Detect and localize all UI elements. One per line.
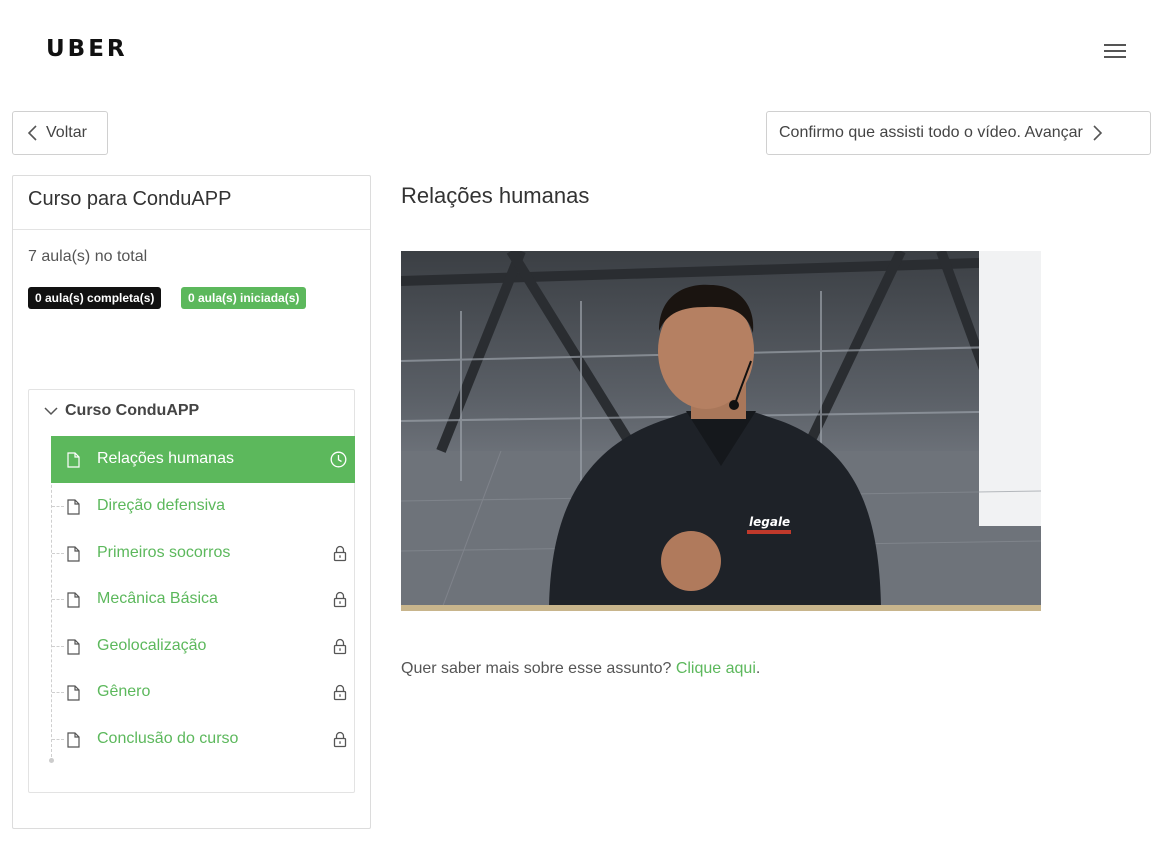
- tree-branch: [52, 506, 64, 507]
- tree-branch: [52, 739, 64, 740]
- document-icon: [67, 452, 80, 468]
- document-icon: [67, 499, 80, 515]
- lock-icon: [333, 684, 347, 701]
- lesson-label: Mecânica Básica: [97, 590, 218, 607]
- more-info-line: Quer saber mais sobre esse assunto? Cliq…: [401, 660, 760, 678]
- lock-icon: [333, 545, 347, 562]
- more-info-link[interactable]: Clique aqui: [676, 660, 756, 677]
- tree-branch: [52, 553, 64, 554]
- more-info-suffix: .: [755, 660, 761, 677]
- lesson-label: Direção defensiva: [97, 497, 226, 514]
- course-panel-header: Curso para ConduAPP: [13, 176, 370, 230]
- lesson-item-mecanica-basica[interactable]: Mecânica Básica: [51, 576, 355, 623]
- confirm-next-label: Confirmo que assisti todo o vídeo. Avanç…: [779, 124, 1083, 141]
- back-button-label: Voltar: [46, 124, 87, 141]
- lesson-item-geolocalizacao[interactable]: Geolocalização: [51, 623, 355, 670]
- document-icon: [67, 685, 80, 701]
- lesson-tree: Curso ConduAPP Relações humanas Direção …: [28, 389, 355, 793]
- uber-logo[interactable]: UBER: [46, 36, 128, 62]
- more-info-text: Quer saber mais sobre esse assunto?: [401, 660, 672, 677]
- lesson-label: Conclusão do curso: [97, 730, 239, 747]
- lock-icon: [333, 731, 347, 748]
- lock-icon: [333, 638, 347, 655]
- top-bar: UBER: [0, 0, 1167, 100]
- tree-branch: [52, 646, 64, 647]
- video-player[interactable]: legale: [401, 251, 1041, 611]
- shirt-logo: legale: [749, 515, 790, 529]
- chevron-right-icon: [1093, 125, 1103, 141]
- document-icon: [67, 546, 80, 562]
- lesson-item-conclusao-do-curso[interactable]: Conclusão do curso: [51, 716, 355, 763]
- lesson-item-relacoes-humanas[interactable]: Relações humanas: [51, 436, 355, 483]
- module-toggle[interactable]: Curso ConduAPP: [43, 402, 199, 420]
- document-icon: [67, 592, 80, 608]
- lesson-label: Gênero: [97, 683, 151, 700]
- started-badge: 0 aula(s) iniciada(s): [181, 287, 307, 309]
- chevron-down-icon: [44, 407, 58, 416]
- completed-badge: 0 aula(s) completa(s): [28, 287, 162, 309]
- tree-branch: [52, 692, 64, 693]
- lesson-label: Primeiros socorros: [97, 544, 231, 561]
- clock-icon: [330, 451, 347, 468]
- tree-branch: [52, 599, 64, 600]
- course-panel: Curso para ConduAPP 7 aula(s) no total 0…: [12, 175, 371, 829]
- lesson-title: Relações humanas: [401, 183, 590, 208]
- confirm-next-button[interactable]: Confirmo que assisti todo o vídeo. Avanç…: [766, 111, 1151, 155]
- lesson-item-primeiros-socorros[interactable]: Primeiros socorros: [51, 530, 355, 577]
- video-frame: legale: [401, 251, 1041, 611]
- course-title: Curso para ConduAPP: [28, 188, 232, 210]
- chevron-left-icon: [27, 125, 37, 141]
- document-icon: [67, 732, 80, 748]
- hamburger-menu-icon[interactable]: [1100, 40, 1130, 62]
- back-button[interactable]: Voltar: [12, 111, 108, 155]
- lesson-item-direcao-defensiva[interactable]: Direção defensiva: [51, 483, 355, 530]
- lesson-label: Geolocalização: [97, 637, 207, 654]
- lesson-label: Relações humanas: [97, 450, 234, 467]
- document-icon: [67, 639, 80, 655]
- module-name: Curso ConduAPP: [65, 402, 200, 419]
- lock-icon: [333, 591, 347, 608]
- lesson-item-genero[interactable]: Gênero: [51, 669, 355, 716]
- lesson-total: 7 aula(s) no total: [28, 248, 148, 265]
